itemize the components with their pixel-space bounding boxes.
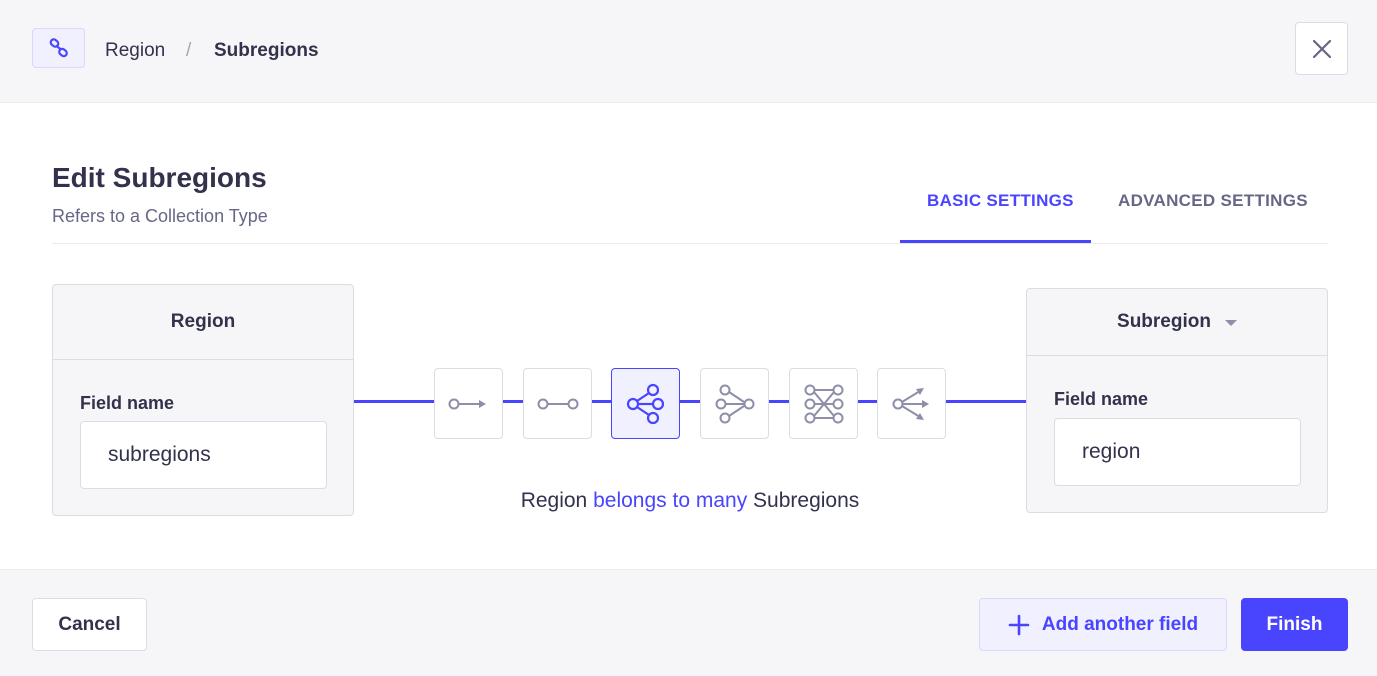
many-to-one-relation-icon: [715, 384, 754, 423]
source-collection-card: Region Field name: [52, 284, 354, 516]
target-collection-name: Subregion: [1117, 311, 1211, 332]
one-to-one-relation-icon: [537, 398, 578, 409]
close-button[interactable]: [1295, 22, 1348, 75]
link-icon: [32, 28, 85, 68]
many-to-many-relation-button[interactable]: [789, 368, 858, 439]
one-way-relation-button[interactable]: [434, 368, 503, 439]
active-tab-indicator: [900, 240, 1091, 243]
page-subtitle: Refers to a Collection Type: [52, 206, 268, 226]
relation-source: Region: [520, 489, 588, 512]
source-collection-name: Region: [170, 311, 236, 332]
one-to-many-relation-button[interactable]: [611, 368, 680, 439]
breadcrumb-current: Subregions: [214, 40, 319, 61]
relation-description: Region belongs to many Subregions: [354, 489, 1026, 513]
source-field-name-label: Field name: [80, 393, 175, 413]
breadcrumb-parent[interactable]: Region: [105, 40, 165, 62]
tab-basic-settings[interactable]: BASIC SETTINGS: [927, 191, 1074, 211]
tab-advanced-settings[interactable]: ADVANCED SETTINGS: [1118, 191, 1308, 211]
target-field-name-input[interactable]: [1054, 418, 1301, 486]
add-another-field-button[interactable]: Add another field: [979, 598, 1227, 651]
source-field-name-input[interactable]: [80, 421, 327, 489]
close-icon: [1312, 39, 1331, 58]
finish-button[interactable]: Finish: [1241, 598, 1348, 651]
target-collection-card: Subregion Field name: [1026, 288, 1328, 513]
caret-down-icon: [1224, 320, 1237, 326]
modal-header: Region / Subregions: [0, 0, 1377, 103]
target-field-name-label: Field name: [1054, 389, 1149, 409]
relation-target: Subregions: [753, 489, 860, 512]
many-way-relation-button[interactable]: [877, 368, 946, 439]
plus-icon: [1008, 614, 1030, 635]
finish-button-label: Finish: [1266, 613, 1323, 635]
tabs-divider: [52, 243, 1328, 244]
source-collection-title: Region: [53, 285, 353, 360]
breadcrumb-separator: /: [186, 40, 192, 61]
one-to-many-relation-icon: [626, 383, 664, 424]
one-way-relation-icon: [448, 398, 486, 409]
add-another-field-label: Add another field: [1041, 613, 1199, 635]
cancel-button[interactable]: Cancel: [32, 598, 147, 651]
many-to-many-relation-icon: [804, 384, 843, 423]
modal-footer: Cancel Add another field Finish: [0, 569, 1377, 676]
cancel-button-label: Cancel: [58, 613, 121, 635]
target-collection-dropdown[interactable]: Subregion: [1027, 289, 1327, 356]
one-to-one-relation-button[interactable]: [523, 368, 592, 439]
many-way-relation-icon: [892, 387, 929, 420]
relation-verb: belongs to many: [593, 489, 748, 512]
many-to-one-relation-button[interactable]: [700, 368, 769, 439]
page-title: Edit Subregions: [52, 162, 267, 193]
